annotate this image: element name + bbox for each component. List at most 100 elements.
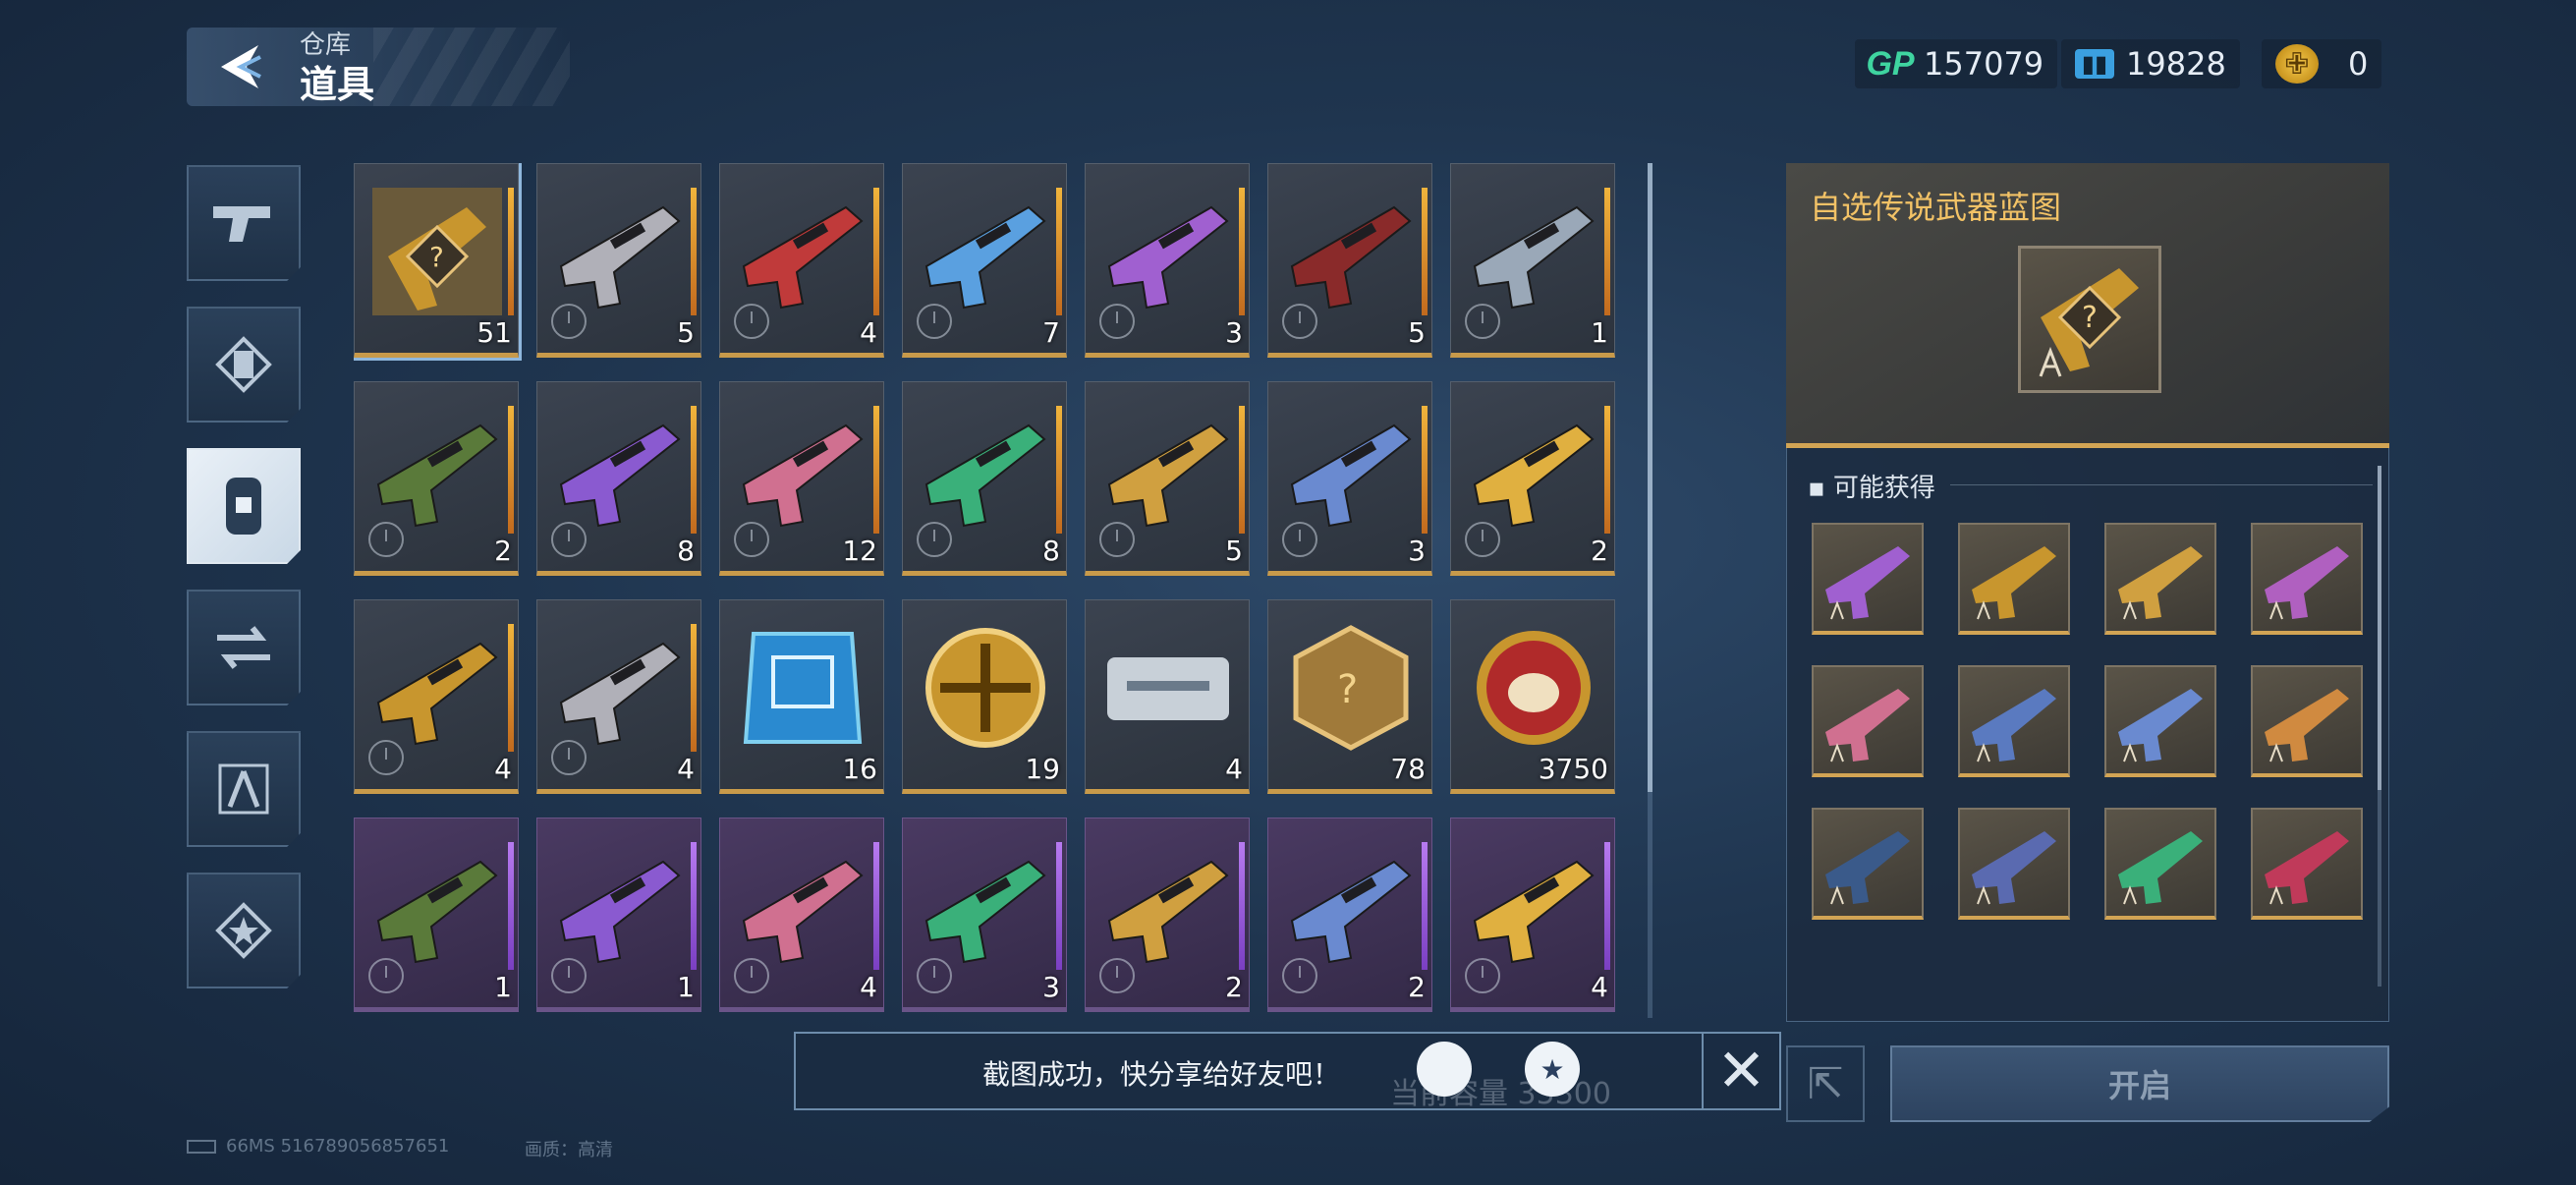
inventory-item-steel-rifle[interactable]: 1 [1450, 163, 1615, 358]
item-art-icon [559, 205, 681, 310]
rarity-bar [1422, 406, 1428, 534]
blueprint-scroll-icon [215, 336, 272, 393]
item-count: 3750 [1538, 753, 1608, 785]
possible-scroll-thumb[interactable] [2378, 466, 2381, 790]
possible-reward-item[interactable] [2251, 523, 2363, 635]
rarity-bar [508, 624, 514, 752]
inventory-item-crossbow[interactable]: 4 [1450, 818, 1615, 1012]
rarity-bar [1239, 406, 1245, 534]
reward-weapon-icon [1972, 689, 2056, 762]
rarity-bar [1604, 188, 1610, 315]
ticket-value: 19828 [2126, 45, 2226, 83]
inventory-item-purple-rifle[interactable]: 3 [1085, 163, 1250, 358]
favorite-share-icon[interactable]: ★ [1525, 1042, 1580, 1097]
rarity-bar [1422, 188, 1428, 315]
inventory-item-legendary-blueprint-box[interactable]: ? 51 [354, 163, 522, 361]
item-art-icon: ? [372, 188, 502, 315]
inventory-item-grey-rifle[interactable]: 4 [719, 818, 884, 1012]
rarity-bar [508, 188, 514, 315]
inventory-item-green-launcher[interactable]: 2 [1085, 818, 1250, 1012]
reward-weapon-icon [1825, 831, 1910, 905]
inventory-item-chip-card[interactable]: 16 [719, 599, 884, 794]
item-art-icon [376, 423, 498, 528]
possible-reward-item[interactable] [1812, 808, 1924, 920]
item-art-icon [925, 628, 1045, 748]
sidebar-item-exchange[interactable] [187, 590, 301, 705]
possible-reward-item[interactable] [1958, 523, 2070, 635]
inventory-item-white-case[interactable]: 4 [1085, 599, 1250, 794]
item-count: 5 [1408, 316, 1426, 349]
item-art-icon [1107, 860, 1229, 964]
star-badge-icon [215, 902, 272, 959]
share-button[interactable]: ⇱ [1786, 1045, 1865, 1122]
clock-icon [734, 304, 769, 339]
sidebar-item-tools[interactable] [187, 731, 301, 847]
inventory-item-green-rifle[interactable]: 8 [902, 381, 1067, 576]
inventory-item-white-shotgun[interactable]: 1 [536, 818, 701, 1012]
possible-reward-item[interactable] [1812, 665, 1924, 777]
reward-weapon-icon [1972, 831, 2056, 905]
possible-reward-item[interactable] [2104, 665, 2216, 777]
rarity-bar [1604, 406, 1610, 534]
inventory-item-red-rifle[interactable]: 4 [719, 163, 884, 358]
sidebar-item-items[interactable] [187, 448, 301, 564]
possible-reward-item[interactable] [1812, 523, 1924, 635]
item-count: 2 [494, 535, 512, 567]
inventory-item-gold-medal[interactable]: 19 [902, 599, 1067, 794]
possible-reward-item[interactable] [2251, 808, 2363, 920]
item-art-icon [743, 632, 863, 744]
rarity-bar [1056, 188, 1062, 315]
possible-reward-item[interactable] [2104, 808, 2216, 920]
sidebar-item-badges[interactable] [187, 873, 301, 988]
inventory-item-blue-rifle[interactable]: 7 [902, 163, 1067, 358]
item-art-icon [1107, 205, 1229, 310]
inventory-item-mystery-gun-badge[interactable]: ? 78 [1267, 599, 1432, 794]
item-count: 1 [494, 971, 512, 1003]
rarity-bar [691, 406, 697, 534]
inventory-item-gold-blaster[interactable]: 5 [1085, 381, 1250, 576]
inventory-scroll-thumb[interactable] [1648, 163, 1652, 792]
possible-reward-item[interactable] [2104, 523, 2216, 635]
item-art-icon [559, 860, 681, 964]
possible-reward-item[interactable] [2251, 665, 2363, 777]
item-art-icon [742, 860, 864, 964]
reward-weapon-icon [2118, 689, 2203, 762]
inventory-item-blue-knife[interactable]: 3 [1267, 381, 1432, 576]
rarity-bar [1422, 842, 1428, 970]
inventory-item-black-red-rifle[interactable]: 5 [1267, 163, 1432, 358]
open-button[interactable]: 开启 [1890, 1045, 2389, 1122]
toast-message: 截图成功，快分享给好友吧！ [982, 1058, 1341, 1091]
back-arrow-icon[interactable] [211, 37, 270, 96]
item-count: 7 [1042, 316, 1060, 349]
sidebar-item-weapons[interactable] [187, 165, 301, 281]
item-count: 12 [842, 535, 877, 567]
item-count: 4 [677, 753, 695, 785]
inventory-item-yellow-smg[interactable]: 2 [1450, 381, 1615, 576]
inventory-item-yellow-pistol[interactable]: 4 [536, 599, 701, 794]
item-art-icon [1107, 423, 1229, 528]
inventory-item-grey-lmg[interactable]: 3 [902, 818, 1067, 1012]
close-toast-button[interactable]: ✕ [1702, 1032, 1781, 1110]
qq-share-icon[interactable] [1417, 1042, 1472, 1097]
item-count: 19 [1025, 753, 1060, 785]
detail-title: 自选传说武器蓝图 [1810, 189, 2062, 226]
inventory-item-white-smg[interactable]: 1 [354, 818, 519, 1012]
gp-value: 157079 [1924, 45, 2044, 83]
inventory-item-gold-rifle[interactable]: 5 [536, 163, 701, 358]
pistol-icon [213, 206, 270, 242]
possible-reward-item[interactable] [1958, 808, 2070, 920]
sidebar-item-blueprints[interactable] [187, 307, 301, 423]
inventory-item-silver-pistol[interactable]: 2 [1267, 818, 1432, 1012]
inventory-item-violet-rifle[interactable]: 8 [536, 381, 701, 576]
inventory-item-blue-smg[interactable]: 4 [354, 599, 519, 794]
clock-icon [368, 958, 404, 993]
rarity-bar [1604, 842, 1610, 970]
inventory-item-green-camo-rifle[interactable]: 2 [354, 381, 519, 576]
possible-reward-item[interactable] [1958, 665, 2070, 777]
inventory-item-red-pig-coin[interactable]: 3750 [1450, 599, 1615, 794]
inventory-item-pink-blade[interactable]: 12 [719, 381, 884, 576]
svg-text:?: ? [429, 241, 444, 273]
item-art-icon [742, 423, 864, 528]
item-count: 1 [677, 971, 695, 1003]
clock-icon [1099, 958, 1135, 993]
